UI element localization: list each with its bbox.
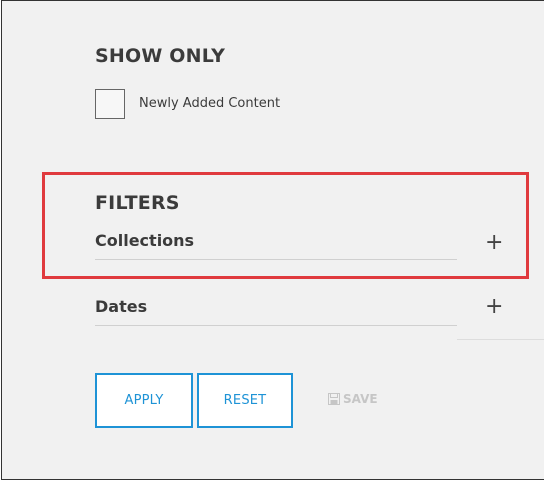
newly-added-checkbox[interactable] [95,89,125,119]
filters-title: FILTERS [95,192,180,214]
filter-panel: SHOW ONLY Newly Added Content FILTERS Co… [1,0,544,480]
filter-row-dates[interactable]: Dates [95,297,457,326]
divider [457,339,544,340]
filter-label-collections: Collections [95,231,195,250]
show-only-title: SHOW ONLY [95,45,226,67]
apply-button[interactable]: APPLY [95,373,193,428]
save-button[interactable]: SAVE [328,392,378,406]
plus-icon[interactable]: + [485,296,503,318]
floppy-disk-icon [328,393,340,405]
plus-icon[interactable]: + [485,232,503,254]
filter-row-collections[interactable]: Collections [95,231,457,260]
save-label: SAVE [343,392,378,406]
filter-label-dates: Dates [95,297,148,316]
newly-added-label[interactable]: Newly Added Content [139,96,280,111]
reset-button[interactable]: RESET [197,373,293,428]
filters-highlight-box [42,172,529,279]
